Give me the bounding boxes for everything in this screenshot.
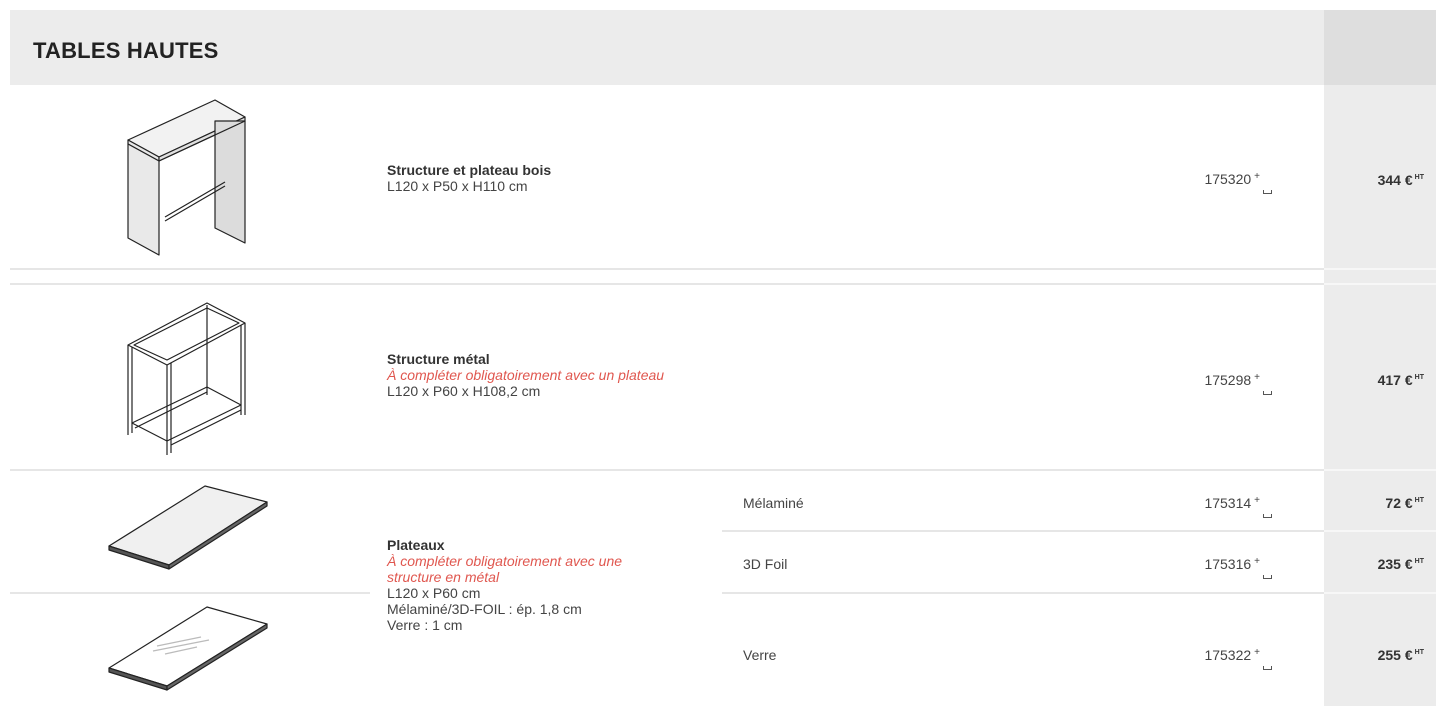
product-price: 417 € HT: [1324, 372, 1424, 388]
glass-top-image: [108, 606, 268, 691]
finish-label: Verre: [743, 647, 777, 663]
product-title: Structure et plateau bois: [387, 162, 552, 178]
space-icon: [1263, 514, 1272, 518]
reference-plus: +: [1254, 372, 1260, 383]
option-divider: [722, 592, 1324, 594]
finish-label: 3D Foil: [743, 556, 788, 572]
reference-number: 175316: [1204, 556, 1252, 572]
space-icon: [1263, 666, 1272, 670]
product-price: 72 € HT: [1324, 495, 1424, 511]
product-reference: 175322 +: [1160, 647, 1272, 670]
product-dimensions: L120 x P50 x H110 cm: [387, 178, 528, 194]
price-divider: [1324, 469, 1436, 471]
price-value: 255 €: [1377, 647, 1413, 663]
product-reference: 175320 +: [1160, 171, 1272, 194]
product-description: Structure métal À compléter obligatoirem…: [387, 351, 664, 399]
reference-number: 175320: [1204, 171, 1252, 187]
price-column-header: [1324, 10, 1436, 85]
option-divider: [722, 530, 1324, 532]
image-divider: [10, 592, 370, 594]
product-reference: 175314 +: [1160, 495, 1272, 518]
product-note: À compléter obligatoirement avec une: [387, 553, 623, 569]
section-title: TABLES HAUTES: [33, 38, 219, 63]
finish-label: Mélaminé: [743, 495, 804, 511]
product-price: 235 € HT: [1324, 556, 1424, 572]
product-note: structure en métal: [387, 569, 500, 585]
row-divider: [10, 283, 1324, 285]
space-icon: [1263, 575, 1272, 579]
product-note: À compléter obligatoirement avec un plat…: [387, 367, 665, 383]
row-divider: [10, 469, 1324, 471]
product-price: 344 € HT: [1324, 172, 1424, 188]
product-dimensions: L120 x P60 x H108,2 cm: [387, 383, 541, 399]
reference-plus: +: [1254, 495, 1260, 506]
section-header: TABLES HAUTES: [10, 10, 1324, 85]
price-value: 235 €: [1377, 556, 1413, 572]
price-tax-suffix: HT: [1414, 649, 1424, 657]
reference-number: 175314: [1204, 495, 1252, 511]
price-value: 417 €: [1377, 372, 1413, 388]
product-reference: 175298 +: [1160, 372, 1272, 395]
product-description: Structure et plateau bois L120 x P50 x H…: [387, 162, 551, 194]
product-reference: 175316 +: [1160, 556, 1272, 579]
space-icon: [1263, 391, 1272, 395]
price-tax-suffix: HT: [1414, 174, 1424, 182]
space-icon: [1263, 190, 1272, 194]
melamine-top-image: [108, 485, 268, 570]
product-title: Structure métal: [387, 351, 490, 367]
product-thickness: Verre : 1 cm: [387, 617, 463, 633]
price-divider: [1324, 530, 1436, 532]
price-divider: [1324, 283, 1436, 285]
price-column: [1324, 10, 1436, 706]
price-tax-suffix: HT: [1414, 497, 1424, 505]
reference-plus: +: [1254, 171, 1260, 182]
metal-frame-image: [127, 302, 246, 455]
price-value: 344 €: [1377, 172, 1413, 188]
reference-plus: +: [1254, 647, 1260, 658]
price-tax-suffix: HT: [1414, 558, 1424, 566]
product-price: 255 € HT: [1324, 647, 1424, 663]
price-divider: [1324, 592, 1436, 594]
reference-number: 175322: [1204, 647, 1252, 663]
row-divider: [10, 268, 1324, 270]
reference-number: 175298: [1204, 372, 1252, 388]
reference-plus: +: [1254, 556, 1260, 567]
product-dimensions: L120 x P60 cm: [387, 585, 481, 601]
price-value: 72 €: [1385, 495, 1413, 511]
wood-table-image: [127, 99, 246, 256]
price-divider: [1324, 268, 1436, 270]
product-description: Plateaux À compléter obligatoirement ave…: [387, 537, 717, 633]
price-tax-suffix: HT: [1414, 374, 1424, 382]
product-thickness: Mélaminé/3D-FOIL : ép. 1,8 cm: [387, 601, 582, 617]
product-title: Plateaux: [387, 537, 445, 553]
